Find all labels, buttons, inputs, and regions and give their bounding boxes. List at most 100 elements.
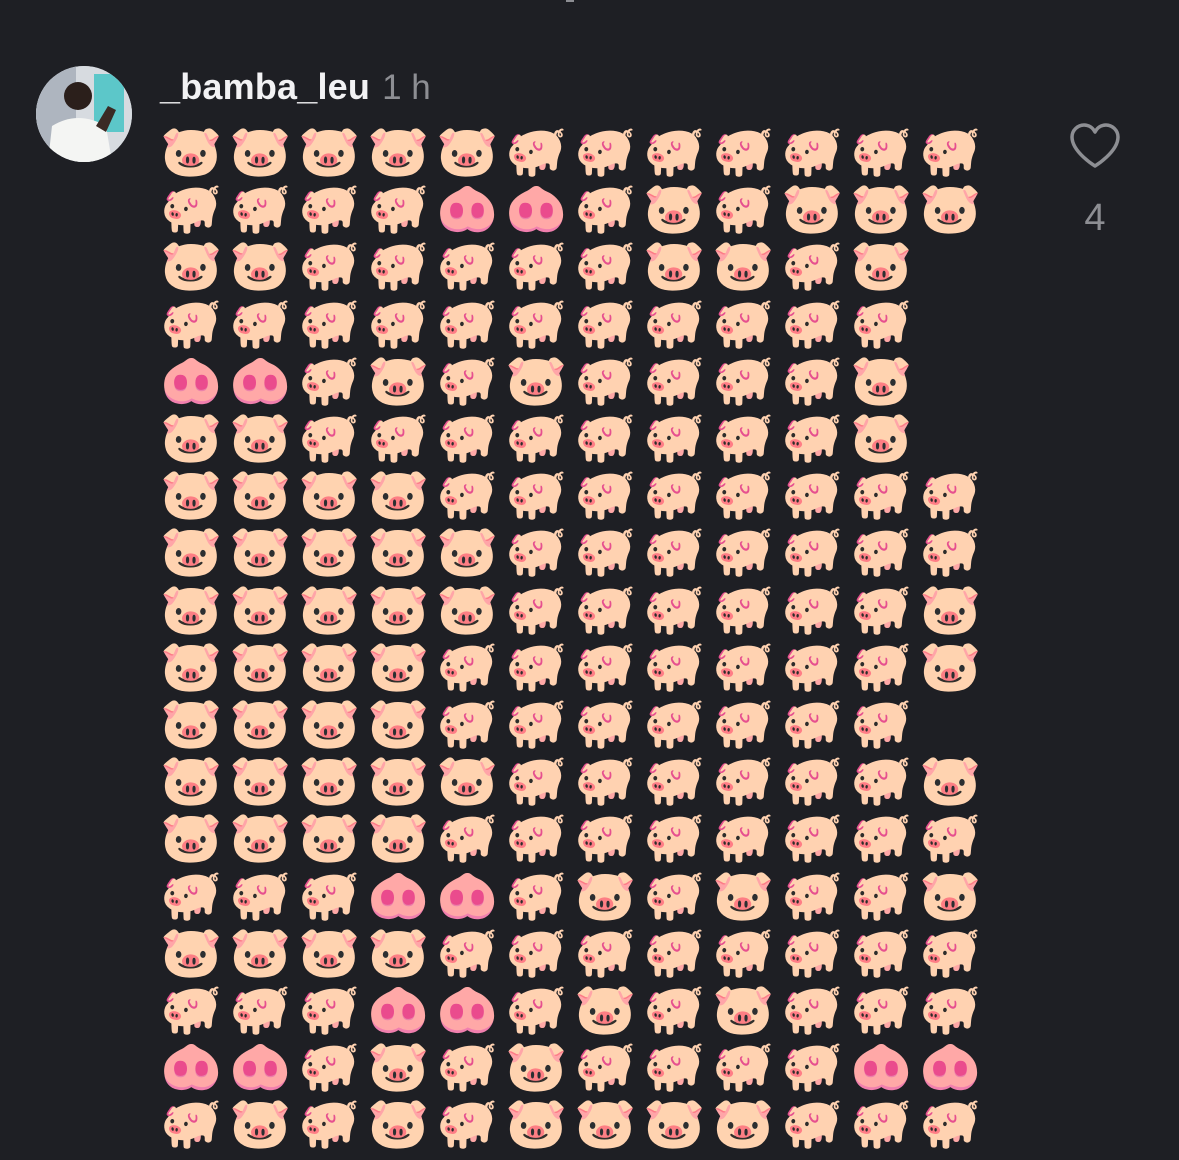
pig-face-emoji: 🐷 xyxy=(367,522,430,581)
pig-nose-emoji: 🐽 xyxy=(229,350,292,409)
pig-emoji: 🐖 xyxy=(436,694,499,752)
pig-emoji: 🐖 xyxy=(850,522,913,581)
pig-emoji: 🐖 xyxy=(643,579,706,638)
pig-face-emoji: 🐷 xyxy=(850,408,913,466)
pig-face-emoji: 🐷 xyxy=(367,350,430,409)
pig-face-emoji: 🐷 xyxy=(367,751,430,810)
grabber-handle[interactable] xyxy=(566,0,574,2)
heart-outline-icon[interactable] xyxy=(1068,122,1122,170)
pig-face-emoji: 🐷 xyxy=(574,980,637,1038)
emoji-row: 🐷 🐷 🐖 🐖 🐖 🐖 🐖 🐖 🐖 🐖 🐷 xyxy=(160,408,1060,466)
pig-emoji: 🐖 xyxy=(505,694,568,752)
pig-emoji: 🐖 xyxy=(850,293,913,352)
pig-emoji: 🐖 xyxy=(505,293,568,352)
username[interactable]: _bamba_leu xyxy=(160,66,370,108)
pig-face-emoji: 🐷 xyxy=(229,579,292,638)
pig-emoji: 🐖 xyxy=(781,293,844,352)
pig-face-emoji: 🐷 xyxy=(367,808,430,867)
pig-face-emoji: 🐷 xyxy=(436,122,499,180)
pig-emoji: 🐖 xyxy=(574,694,637,752)
pig-emoji: 🐖 xyxy=(919,122,982,180)
pig-face-emoji: 🐷 xyxy=(160,636,223,695)
avatar[interactable] xyxy=(36,66,132,162)
pig-emoji: 🐖 xyxy=(850,922,913,981)
pig-emoji: 🐖 xyxy=(574,350,637,409)
pig-emoji: 🐖 xyxy=(712,465,775,524)
pig-face-emoji: 🐷 xyxy=(298,522,361,581)
pig-emoji: 🐖 xyxy=(712,636,775,695)
pig-emoji: 🐖 xyxy=(574,808,637,867)
pig-face-emoji: 🐷 xyxy=(367,694,430,752)
pig-emoji: 🐖 xyxy=(850,694,913,752)
pig-face-emoji: 🐷 xyxy=(436,579,499,638)
pig-emoji: 🐖 xyxy=(298,865,361,924)
pig-face-emoji: 🐷 xyxy=(367,1037,430,1096)
pig-emoji: 🐖 xyxy=(850,980,913,1038)
pig-nose-emoji: 🐽 xyxy=(850,1037,913,1096)
pig-face-emoji: 🐷 xyxy=(505,1094,568,1153)
pig-face-emoji: 🐷 xyxy=(781,179,844,238)
pig-face-emoji: 🐷 xyxy=(712,865,775,924)
pig-emoji: 🐖 xyxy=(505,865,568,924)
pig-emoji: 🐖 xyxy=(643,636,706,695)
emoji-row: 🐷 🐷 🐷 🐷 🐖 🐖 🐖 🐖 🐖 🐖 🐖 🐷 xyxy=(160,637,1060,695)
pig-emoji: 🐖 xyxy=(712,350,775,409)
pig-emoji: 🐖 xyxy=(367,293,430,352)
pig-emoji: 🐖 xyxy=(643,350,706,409)
pig-emoji: 🐖 xyxy=(436,236,499,295)
pig-face-emoji: 🐷 xyxy=(160,465,223,524)
pig-emoji: 🐖 xyxy=(505,122,568,180)
pig-face-emoji: 🐷 xyxy=(160,236,223,295)
pig-face-emoji: 🐷 xyxy=(160,751,223,810)
pig-emoji: 🐖 xyxy=(712,293,775,352)
pig-emoji: 🐖 xyxy=(919,980,982,1038)
pig-emoji: 🐖 xyxy=(574,408,637,466)
pig-emoji: 🐖 xyxy=(436,922,499,981)
emoji-row: 🐽 🐽 🐖 🐷 🐖 🐷 🐖 🐖 🐖 🐖 🐽 🐽 xyxy=(160,1037,1060,1095)
pig-face-emoji: 🐷 xyxy=(367,122,430,180)
pig-emoji: 🐖 xyxy=(574,922,637,981)
pig-emoji: 🐖 xyxy=(781,751,844,810)
pig-face-emoji: 🐷 xyxy=(298,636,361,695)
pig-emoji: 🐖 xyxy=(850,122,913,180)
pig-emoji: 🐖 xyxy=(712,122,775,180)
pig-face-emoji: 🐷 xyxy=(298,122,361,180)
pig-face-emoji: 🐷 xyxy=(160,808,223,867)
pig-face-emoji: 🐷 xyxy=(229,122,292,180)
pig-emoji: 🐖 xyxy=(574,236,637,295)
pig-emoji: 🐖 xyxy=(712,751,775,810)
emoji-row: 🐖 🐖 🐖 🐖 🐽 🐽 🐖 🐷 🐖 🐷 🐷 🐷 xyxy=(160,179,1060,237)
pig-emoji: 🐖 xyxy=(712,808,775,867)
pig-face-emoji: 🐷 xyxy=(712,980,775,1038)
pig-emoji: 🐖 xyxy=(781,1094,844,1153)
emoji-row: 🐷 🐷 🐖 🐖 🐖 🐖 🐖 🐷 🐷 🐖 🐷 xyxy=(160,236,1060,294)
pig-face-emoji: 🐷 xyxy=(367,465,430,524)
pig-emoji: 🐖 xyxy=(505,579,568,638)
pig-emoji: 🐖 xyxy=(574,751,637,810)
pig-face-emoji: 🐷 xyxy=(229,922,292,981)
post-time: 1 h xyxy=(382,68,431,107)
pig-face-emoji: 🐷 xyxy=(229,1094,292,1153)
emoji-row: 🐖 🐖 🐖 🐖 🐖 🐖 🐖 🐖 🐖 🐖 🐖 xyxy=(160,294,1060,352)
pig-emoji: 🐖 xyxy=(436,408,499,466)
pig-emoji: 🐖 xyxy=(781,465,844,524)
pig-face-emoji: 🐷 xyxy=(160,122,223,180)
pig-face-emoji: 🐷 xyxy=(298,465,361,524)
pig-emoji: 🐖 xyxy=(781,636,844,695)
pig-face-emoji: 🐷 xyxy=(298,808,361,867)
pig-emoji: 🐖 xyxy=(160,179,223,238)
pig-emoji: 🐖 xyxy=(850,751,913,810)
pig-emoji: 🐖 xyxy=(712,522,775,581)
pig-face-emoji: 🐷 xyxy=(712,236,775,295)
pig-emoji: 🐖 xyxy=(850,1094,913,1153)
pig-emoji: 🐖 xyxy=(298,179,361,238)
pig-emoji: 🐖 xyxy=(781,122,844,180)
pig-face-emoji: 🐷 xyxy=(229,636,292,695)
pig-emoji: 🐖 xyxy=(160,865,223,924)
pig-face-emoji: 🐷 xyxy=(919,179,982,238)
pig-nose-emoji: 🐽 xyxy=(367,980,430,1038)
thread-post: _bamba_leu 1 h 4 🐷 🐷 🐷 🐷 🐷 🐖 🐖 🐖 🐖 🐖 🐖 🐖 🐖 🐖 🐖 🐖 🐽 🐽 🐖 🐷 🐖 🐷 🐷… xyxy=(0,0,1179,1160)
pig-emoji: 🐖 xyxy=(367,408,430,466)
pig-face-emoji: 🐷 xyxy=(160,408,223,466)
pig-emoji: 🐖 xyxy=(298,236,361,295)
